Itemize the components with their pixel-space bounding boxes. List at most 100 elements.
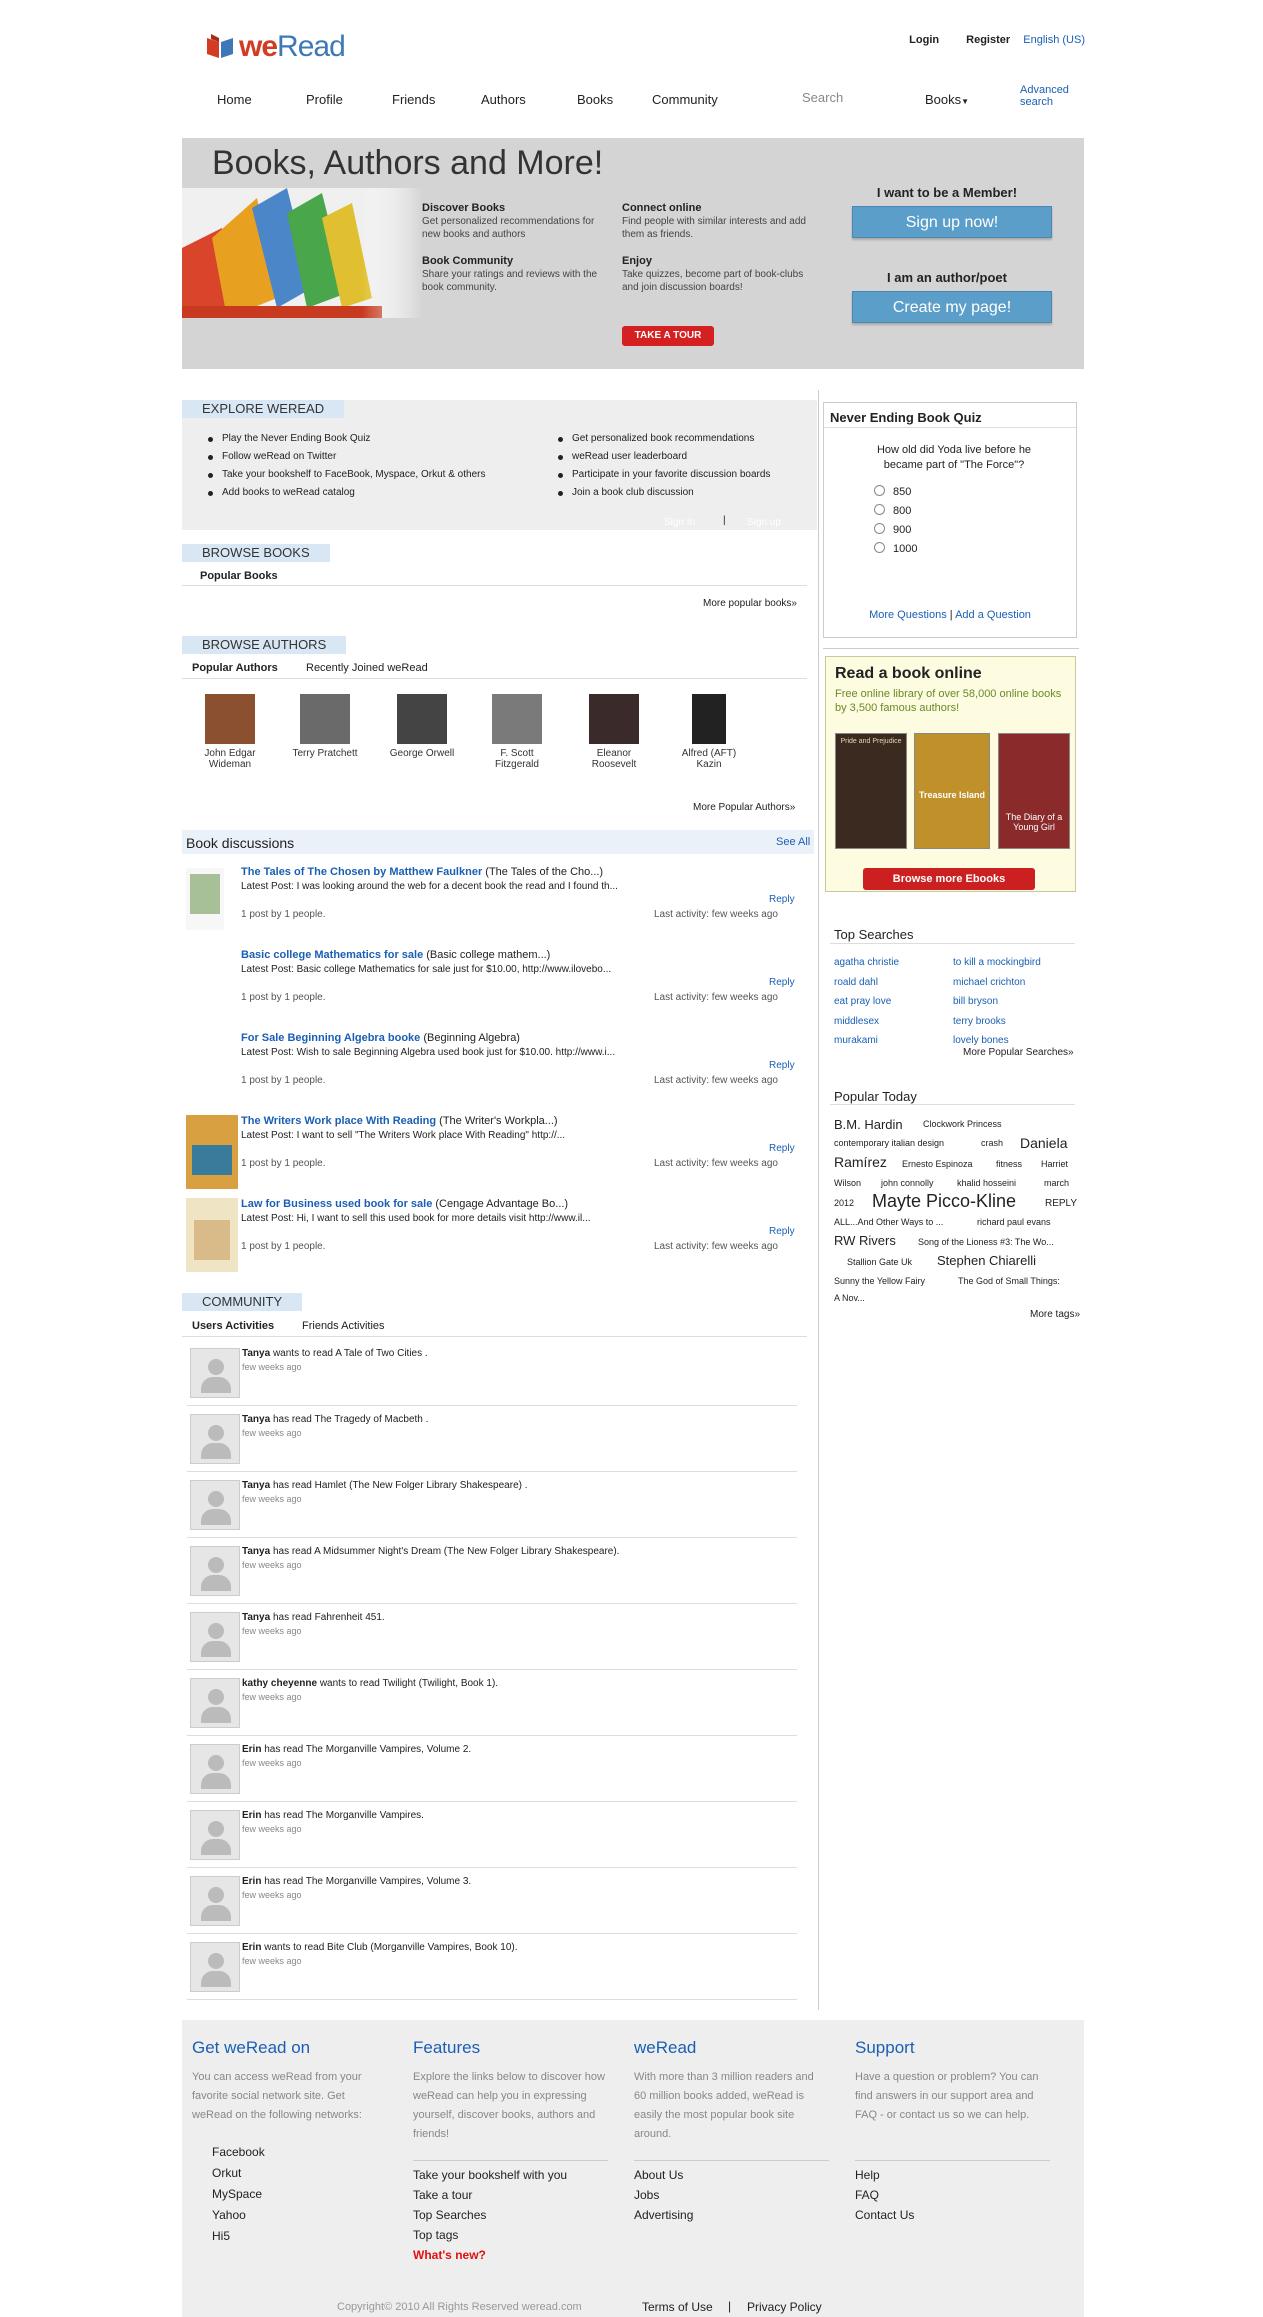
tag-link[interactable]: Song of the Lioness #3: The Wo... (918, 1237, 1054, 1247)
search-term-link[interactable]: bill bryson (953, 992, 1041, 1012)
avatar[interactable] (190, 1480, 240, 1530)
explore-item[interactable]: Participate in your favorite discussion … (557, 469, 770, 480)
discussion-title[interactable]: The Tales of The Chosen by Matthew Faulk… (241, 866, 603, 878)
footer-link[interactable]: Top Searches (413, 2208, 486, 2222)
footer-link-facebook[interactable]: Facebook (212, 2145, 265, 2159)
avatar[interactable] (190, 1942, 240, 1992)
search-scope-select[interactable]: Books▼ (925, 92, 969, 107)
search-term-link[interactable]: michael crichton (953, 973, 1041, 993)
see-all-link[interactable]: See All (776, 836, 810, 848)
footer-link[interactable]: Contact Us (855, 2208, 914, 2222)
avatar[interactable] (190, 1876, 240, 1926)
book-cover-diary-young-girl[interactable]: The Diary of a Young Girl (998, 733, 1070, 849)
explore-item[interactable]: Follow weRead on Twitter (207, 451, 336, 462)
book-thumbnail[interactable] (186, 1115, 238, 1189)
search-term-link[interactable]: middlesex (834, 1012, 899, 1032)
explore-signup-link[interactable]: Sign up (747, 517, 781, 528)
tag-link[interactable]: A Nov... (834, 1293, 865, 1303)
tag-link[interactable]: Clockwork Princess (923, 1119, 1002, 1129)
nav-authors[interactable]: Authors (481, 92, 526, 107)
tab-users-activities[interactable]: Users Activities (192, 1320, 274, 1332)
search-term-link[interactable]: murakami (834, 1031, 899, 1051)
tag-link[interactable]: march (1044, 1178, 1069, 1188)
tag-link[interactable]: Ernesto Espinoza (902, 1159, 973, 1169)
footer-link-orkut[interactable]: Orkut (212, 2166, 241, 2180)
nav-home[interactable]: Home (217, 92, 252, 107)
reply-link[interactable]: Reply (769, 1060, 795, 1071)
tag-link[interactable]: ALL...And Other Ways to ... (834, 1217, 943, 1227)
nav-friends[interactable]: Friends (392, 92, 435, 107)
tag-link[interactable]: Stephen Chiarelli (937, 1253, 1036, 1268)
reply-link[interactable]: Reply (769, 1226, 795, 1237)
author-card[interactable]: F. Scott Fitzgerald (477, 694, 557, 770)
register-link[interactable]: Register (966, 34, 1010, 46)
tag-link[interactable]: crash (981, 1138, 1003, 1148)
more-popular-books-link[interactable]: More popular books» (703, 598, 797, 609)
explore-item[interactable]: weRead user leaderboard (557, 451, 687, 462)
quiz-option[interactable]: 800 (874, 504, 911, 517)
footer-link[interactable]: About Us (634, 2168, 683, 2182)
search-term-link[interactable]: agatha christie (834, 953, 899, 973)
tag-link[interactable]: B.M. Hardin (834, 1117, 903, 1132)
tag-link[interactable]: Stallion Gate Uk (847, 1257, 912, 1267)
add-question-link[interactable]: Add a Question (955, 609, 1031, 621)
footer-link[interactable]: FAQ (855, 2188, 879, 2202)
discussion-title[interactable]: The Writers Work place With Reading (The… (241, 1115, 558, 1127)
avatar[interactable] (190, 1678, 240, 1728)
signup-button[interactable]: Sign up now! (852, 206, 1052, 238)
footer-link[interactable]: Take your bookshelf with you (413, 2168, 567, 2182)
author-card[interactable]: Eleanor Roosevelt (574, 694, 654, 770)
reply-link[interactable]: Reply (769, 894, 795, 905)
tag-link[interactable]: contemporary italian design (834, 1138, 944, 1148)
take-tour-button[interactable]: TAKE A TOUR (622, 326, 714, 346)
search-input[interactable]: Search (802, 86, 922, 112)
avatar[interactable] (190, 1546, 240, 1596)
discussion-title[interactable]: Law for Business used book for sale (Cen… (241, 1198, 568, 1210)
terms-link[interactable]: Terms of Use (642, 2300, 713, 2314)
tag-link[interactable]: REPLY (1045, 1198, 1077, 1209)
tag-link[interactable]: Harriet (1041, 1159, 1068, 1169)
tag-link[interactable]: Daniela (1020, 1135, 1067, 1151)
tab-popular-books[interactable]: Popular Books (200, 570, 278, 582)
footer-link[interactable]: Help (855, 2168, 880, 2182)
footer-link[interactable]: Advertising (634, 2208, 693, 2222)
tag-link[interactable]: RW Rivers (834, 1233, 896, 1248)
avatar[interactable] (190, 1348, 240, 1398)
more-tags-link[interactable]: More tags» (1030, 1309, 1080, 1320)
discussion-title[interactable]: Basic college Mathematics for sale (Basi… (241, 949, 550, 961)
book-cover-pride-prejudice[interactable]: Pride and Prejudice (835, 733, 907, 849)
explore-item[interactable]: Take your bookshelf to FaceBook, Myspace… (207, 469, 485, 480)
footer-link[interactable]: Jobs (634, 2188, 659, 2202)
tab-friends-activities[interactable]: Friends Activities (302, 1320, 385, 1332)
book-thumbnail[interactable] (186, 1198, 238, 1272)
more-searches-link[interactable]: More Popular Searches» (963, 1047, 1074, 1058)
tag-link[interactable]: Wilson (834, 1178, 861, 1188)
author-card[interactable]: George Orwell (382, 694, 462, 759)
tag-link[interactable]: Mayte Picco-Kline (872, 1191, 1016, 1212)
tag-link[interactable]: richard paul evans (977, 1217, 1051, 1227)
tab-popular-authors[interactable]: Popular Authors (192, 662, 278, 674)
book-thumbnail[interactable] (186, 868, 224, 930)
author-card[interactable]: Alfred (AFT) Kazin (669, 694, 749, 770)
search-term-link[interactable]: eat pray love (834, 992, 899, 1012)
search-term-link[interactable]: to kill a mockingbird (953, 953, 1041, 973)
weread-logo[interactable]: weRead (205, 28, 346, 68)
book-cover-treasure-island[interactable]: Treasure Island (914, 733, 990, 849)
tag-link[interactable]: john connolly (881, 1178, 934, 1188)
footer-link-yahoo[interactable]: Yahoo (212, 2208, 246, 2222)
more-authors-link[interactable]: More Popular Authors» (693, 802, 795, 813)
tab-recently-joined[interactable]: Recently Joined weRead (306, 662, 428, 674)
tag-link[interactable]: fitness (996, 1159, 1022, 1169)
explore-item[interactable]: Get personalized book recommendations (557, 433, 754, 444)
login-link[interactable]: Login (909, 34, 939, 46)
explore-signin-link[interactable]: Sign In (664, 517, 695, 528)
more-questions-link[interactable]: More Questions (869, 609, 947, 621)
tag-link[interactable]: Ramírez (834, 1154, 887, 1170)
reply-link[interactable]: Reply (769, 977, 795, 988)
whats-new-link[interactable]: What's new? (413, 2248, 486, 2262)
avatar[interactable] (190, 1744, 240, 1794)
explore-item[interactable]: Play the Never Ending Book Quiz (207, 433, 370, 444)
footer-link[interactable]: Top tags (413, 2228, 458, 2242)
create-page-button[interactable]: Create my page! (852, 291, 1052, 323)
reply-link[interactable]: Reply (769, 1143, 795, 1154)
